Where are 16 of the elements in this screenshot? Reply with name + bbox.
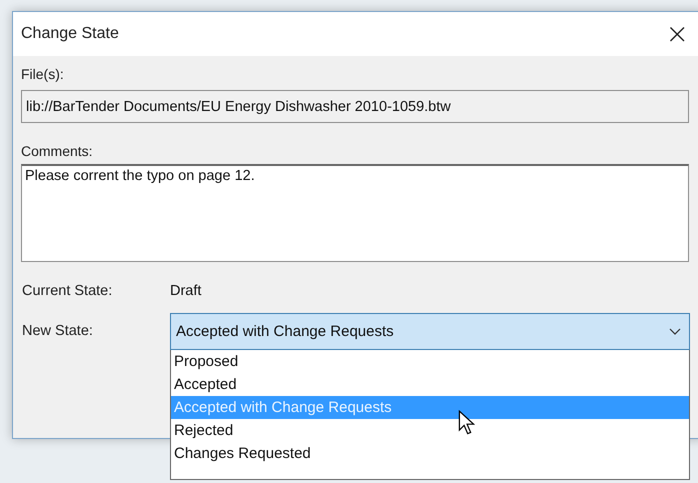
dropdown-option[interactable]: Rejected [171,419,689,442]
current-state-value: Draft [170,283,202,299]
chevron-down-icon [669,328,681,336]
window-title: Change State [21,25,119,43]
field-label: Comments: [21,143,94,159]
close-button[interactable]: × [656,20,698,48]
field-label: New State: [21,322,94,339]
comments-field[interactable]: Please corrent the typo on page 12. [21,164,689,262]
field-label: File(s): [21,66,65,82]
dropdown-option[interactable]: Proposed [171,350,689,373]
state-dropdown[interactable]: Accepted with Change Requests [170,313,690,350]
field-label: Current State: [21,283,114,299]
mouse-pointer-icon [458,410,475,436]
dropdown-option[interactable]: Changes Requested [171,442,689,465]
dropdown-option[interactable]: Accepted [171,373,689,396]
file-path-field[interactable]: lib://BarTender Documents/EU Energy Dishwasher 2010-1059.btw [21,90,689,123]
